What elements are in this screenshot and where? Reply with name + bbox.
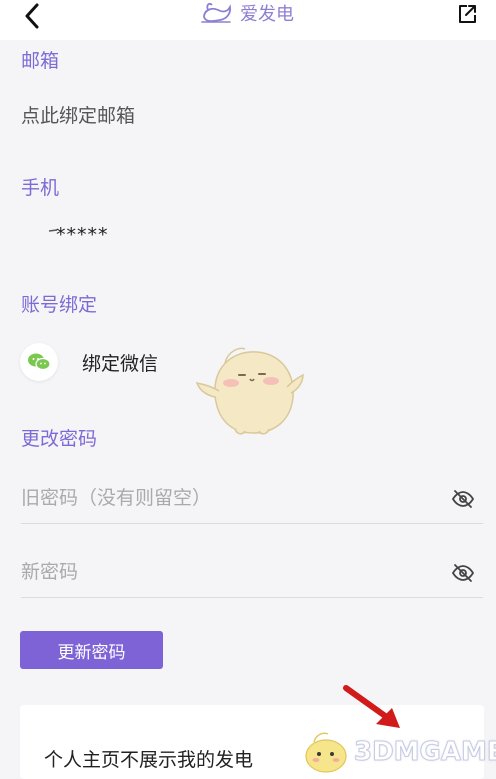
rabbit-logo-icon: [201, 2, 232, 23]
phone-value: *****: [56, 224, 109, 246]
mascot-image: [195, 347, 304, 435]
share-button[interactable]: [454, 1, 480, 27]
hide-sponsorship-label: 个人主页不展示我的发电: [44, 749, 254, 771]
phone-label: 手机: [21, 177, 60, 199]
watermark-mascot-icon: [305, 732, 347, 773]
eye-off-icon[interactable]: [451, 561, 475, 585]
app-title: 爱发电: [200, 0, 294, 26]
eye-off-icon[interactable]: [451, 487, 475, 511]
old-password-field: [21, 475, 483, 524]
bind-wechat-button[interactable]: 绑定微信: [20, 340, 158, 384]
external-link-icon: [459, 5, 476, 23]
new-password-input[interactable]: [21, 549, 421, 595]
chevron-left-icon: [25, 3, 39, 29]
old-password-input[interactable]: [21, 475, 421, 521]
update-password-button[interactable]: 更新密码: [20, 631, 163, 669]
account-binding-label: 账号绑定: [21, 294, 98, 316]
top-bar: 爱发电: [0, 0, 496, 40]
wechat-label: 绑定微信: [82, 352, 159, 375]
bind-email-link[interactable]: 点此绑定邮箱: [21, 101, 135, 128]
new-password-field: [21, 549, 483, 598]
back-button[interactable]: [18, 2, 46, 30]
wechat-icon: [20, 343, 58, 381]
page-title: 爱发电: [240, 4, 294, 25]
change-password-label: 更改密码: [21, 428, 98, 450]
watermark: 3DMGAME: [300, 728, 496, 776]
email-label: 邮箱: [21, 50, 60, 72]
watermark-text: 3DMGAME: [354, 737, 496, 768]
